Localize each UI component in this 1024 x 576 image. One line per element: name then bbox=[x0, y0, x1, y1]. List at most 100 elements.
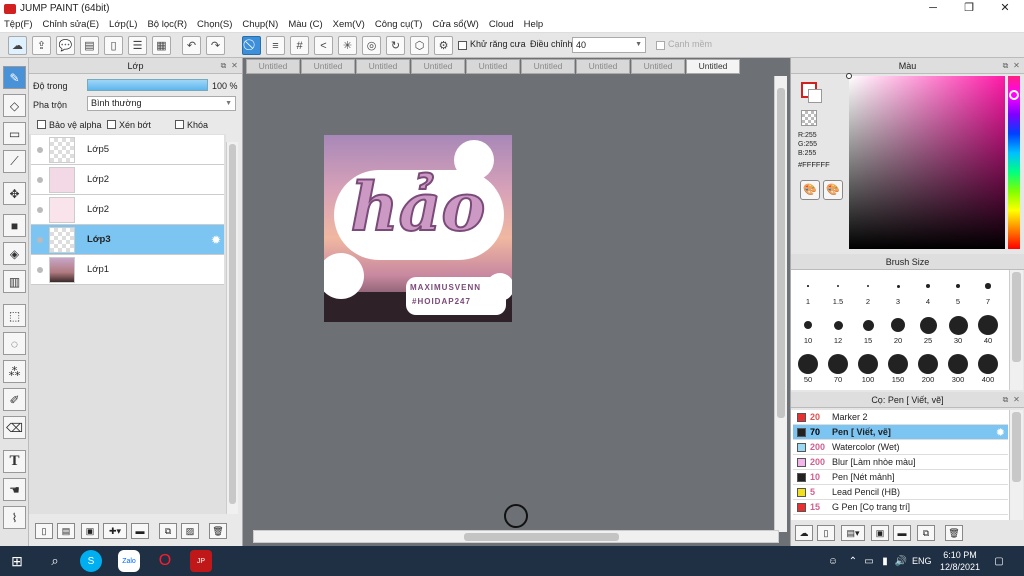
new-text-layer-icon[interactable]: ▣ bbox=[81, 523, 99, 539]
people-icon[interactable]: ☺ bbox=[826, 550, 840, 572]
gear-icon[interactable]: ✹ bbox=[996, 426, 1005, 439]
brush-size-cell[interactable]: 150 bbox=[883, 350, 913, 386]
select-eraser-icon[interactable]: ⌫ bbox=[3, 416, 26, 439]
transparent-color-swatch[interactable] bbox=[801, 110, 817, 126]
layer-row[interactable]: Lớp5 bbox=[31, 135, 224, 165]
detach-icon[interactable]: ⧉ bbox=[1001, 61, 1010, 70]
brush-size-cell[interactable]: 70 bbox=[823, 350, 853, 386]
brush-size-cell[interactable]: 30 bbox=[943, 311, 973, 347]
new-layer-icon[interactable]: ▯ bbox=[35, 523, 53, 539]
menu-help[interactable]: Help bbox=[524, 19, 544, 30]
blend-select[interactable]: Bình thường ▼ bbox=[87, 96, 236, 111]
brush-size-cell[interactable]: 300 bbox=[943, 350, 973, 386]
move-tool-icon[interactable]: ✥ bbox=[3, 182, 26, 205]
language-indicator[interactable]: ENG bbox=[912, 556, 932, 566]
layer-scrollbar[interactable] bbox=[226, 142, 238, 514]
visibility-dot-icon[interactable] bbox=[37, 236, 43, 243]
menu-view[interactable]: Xem(V) bbox=[333, 19, 365, 30]
layer-row[interactable]: Lớp1 bbox=[31, 255, 224, 285]
menu-tools[interactable]: Công cụ(T) bbox=[375, 19, 423, 30]
hue-handle[interactable] bbox=[1009, 90, 1019, 100]
brush-size-cell[interactable]: 50 bbox=[793, 350, 823, 386]
list-icon[interactable]: ☰ bbox=[128, 36, 147, 55]
brush-size-cell[interactable]: 40 bbox=[973, 311, 1003, 347]
redo-icon[interactable]: ↷ bbox=[206, 36, 225, 55]
line-tool-icon[interactable]: ⟋ bbox=[3, 150, 26, 173]
brush-size-cell[interactable]: 7 bbox=[973, 272, 1003, 308]
menu-layer[interactable]: Lớp(L) bbox=[109, 19, 137, 30]
brush-size-cell[interactable]: 15 bbox=[853, 311, 883, 347]
rectangle-tool-icon[interactable]: ▭ bbox=[3, 122, 26, 145]
text-tool-icon[interactable]: T bbox=[3, 450, 26, 473]
document-tab[interactable]: Untitled bbox=[356, 59, 410, 74]
brush-folder-icon[interactable]: ▬ bbox=[893, 525, 911, 541]
panel-close-icon[interactable]: ✕ bbox=[230, 61, 239, 70]
panel-icon[interactable]: ▦ bbox=[152, 36, 171, 55]
secondary-color-swatch[interactable] bbox=[808, 89, 822, 103]
network-icon[interactable]: ▭ bbox=[862, 550, 876, 572]
canvas-horizontal-scrollbar[interactable] bbox=[253, 530, 779, 543]
fill-rect-tool-icon[interactable]: ■ bbox=[3, 214, 26, 237]
document-tab[interactable]: Untitled bbox=[411, 59, 465, 74]
opera-icon[interactable]: O bbox=[154, 550, 176, 572]
document-tab[interactable]: Untitled bbox=[576, 59, 630, 74]
brush-size-scrollbar[interactable] bbox=[1009, 270, 1023, 390]
eraser-tool-icon[interactable]: ◇ bbox=[3, 94, 26, 117]
brush-size-cell[interactable]: 12 bbox=[823, 311, 853, 347]
undo-icon[interactable]: ↶ bbox=[182, 36, 201, 55]
brush-size-cell[interactable]: 3 bbox=[883, 272, 913, 308]
lock-checkbox[interactable] bbox=[175, 120, 184, 129]
clipping-checkbox[interactable] bbox=[107, 120, 116, 129]
menu-cloud[interactable]: Cloud bbox=[489, 19, 514, 30]
skype-icon[interactable]: S bbox=[80, 550, 102, 572]
cloud-icon[interactable]: ☁ bbox=[8, 36, 27, 55]
menu-edit[interactable]: Chỉnh sửa(E) bbox=[43, 19, 100, 30]
brush-menu-icon[interactable]: ▤▾ bbox=[841, 525, 865, 541]
clock[interactable]: 6:10 PM 12/8/2021 bbox=[940, 549, 980, 573]
brush-size-cell[interactable]: 100 bbox=[853, 350, 883, 386]
close-button[interactable]: ✕ bbox=[988, 0, 1022, 17]
saturation-value-picker[interactable] bbox=[846, 73, 1005, 249]
pen-preset-row[interactable]: 20 Marker 2 bbox=[793, 410, 1008, 425]
brush-size-cell[interactable]: 400 bbox=[973, 350, 1003, 386]
caption-icon[interactable]: ▤ bbox=[80, 36, 99, 55]
opacity-slider[interactable] bbox=[87, 79, 208, 91]
layer-row-active[interactable]: Lớp3 ✹ bbox=[31, 225, 224, 255]
battery-icon[interactable]: ▮ bbox=[878, 550, 892, 572]
visibility-dot-icon[interactable] bbox=[37, 176, 43, 183]
maximize-button[interactable]: ❐ bbox=[952, 0, 986, 17]
minimize-button[interactable]: ─ bbox=[916, 0, 950, 17]
pen-preset-row[interactable]: 200 Watercolor (Wet) bbox=[793, 440, 1008, 455]
menu-filter[interactable]: Bộ lọc(R) bbox=[147, 19, 187, 30]
brush-size-cell[interactable]: 2 bbox=[853, 272, 883, 308]
menu-color[interactable]: Màu (C) bbox=[288, 19, 322, 30]
perspective-icon[interactable]: < bbox=[314, 36, 333, 55]
document-tab[interactable]: Untitled bbox=[466, 59, 520, 74]
eyedropper-tool-icon[interactable]: ⌇ bbox=[3, 506, 26, 529]
rect-select-icon[interactable]: ⬚ bbox=[3, 304, 26, 327]
pen-preset-row[interactable]: 10 Pen [Nét mảnh] bbox=[793, 470, 1008, 485]
document-tab[interactable]: Untitled bbox=[631, 59, 685, 74]
select-pen-icon[interactable]: ✐ bbox=[3, 388, 26, 411]
menu-select[interactable]: Chọn(S) bbox=[197, 19, 232, 30]
gradient-tool-icon[interactable]: ▥ bbox=[3, 270, 26, 293]
gear-icon[interactable]: ✹ bbox=[211, 233, 221, 247]
ruler-off-icon[interactable]: ⃠ bbox=[242, 36, 261, 55]
merge-icon[interactable]: ▨ bbox=[181, 523, 199, 539]
panel-close-icon[interactable]: ✕ bbox=[1012, 395, 1021, 404]
radial-icon[interactable]: ✳ bbox=[338, 36, 357, 55]
zalo-icon[interactable]: Zalo bbox=[118, 550, 140, 572]
adjust-select[interactable]: 40 ▼ bbox=[572, 37, 646, 53]
speech-bubble-icon[interactable]: 💬 bbox=[56, 36, 75, 55]
add-layer-menu-icon[interactable]: ✚▾ bbox=[103, 523, 127, 539]
detach-icon[interactable]: ⧉ bbox=[1001, 395, 1010, 404]
palette-add-icon[interactable]: 🎨 bbox=[823, 180, 843, 200]
protect-alpha-checkbox[interactable] bbox=[37, 120, 46, 129]
volume-icon[interactable]: 🔊 bbox=[894, 550, 908, 572]
brush-settings-icon[interactable]: ▣ bbox=[871, 525, 889, 541]
soft-edge-checkbox[interactable] bbox=[656, 41, 665, 50]
notification-icon[interactable]: ▢ bbox=[990, 550, 1008, 572]
pen-tool-icon[interactable]: ✎ bbox=[3, 66, 26, 89]
duplicate-icon[interactable]: ⧉ bbox=[159, 523, 177, 539]
artwork-canvas[interactable]: hảo MAXIMUSVENN #HOIDAP247 bbox=[324, 135, 512, 322]
